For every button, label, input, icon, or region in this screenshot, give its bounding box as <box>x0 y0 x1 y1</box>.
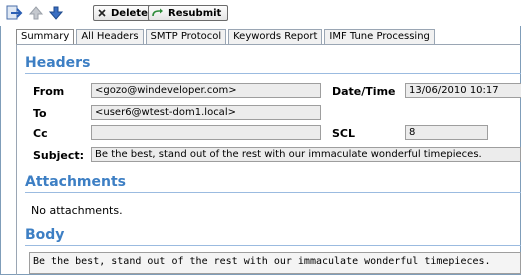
headers-heading: Headers <box>25 55 91 71</box>
from-field[interactable]: <gozo@windeveloper.com> <box>91 83 321 98</box>
delete-icon <box>98 9 106 17</box>
tab-all-headers[interactable]: All Headers <box>76 29 144 44</box>
scl-label: SCL <box>332 127 356 140</box>
resubmit-icon <box>152 8 163 17</box>
move-to-folder-icon[interactable] <box>6 5 24 21</box>
up-arrow-icon[interactable] <box>27 5 45 21</box>
scl-field[interactable]: 8 <box>405 125 488 140</box>
cc-field[interactable] <box>91 125 321 140</box>
toolbar: Delete Resubmit <box>0 0 521 26</box>
no-attachments-text: No attachments. <box>31 204 123 217</box>
tab-keywords-report[interactable]: Keywords Report <box>228 29 323 44</box>
attachments-heading: Attachments <box>25 174 127 190</box>
summary-panel: Headers From <gozo@windeveloper.com> Dat… <box>16 45 521 275</box>
datetime-field[interactable]: 13/06/2010 10:17 <box>405 83 521 98</box>
tab-strip: Summary All Headers SMTP Protocol Keywor… <box>16 29 437 45</box>
down-arrow-icon[interactable] <box>47 5 65 21</box>
headers-rule <box>25 73 521 74</box>
cc-label: Cc <box>33 127 48 140</box>
to-field[interactable]: <user6@wtest-dom1.local> <box>91 105 321 120</box>
tab-imf-tune-processing[interactable]: IMF Tune Processing <box>324 29 435 44</box>
tab-smtp-protocol[interactable]: SMTP Protocol <box>145 29 227 44</box>
body-rule <box>25 245 521 246</box>
to-label: To <box>33 107 47 120</box>
delete-button[interactable]: Delete <box>93 5 155 21</box>
from-label: From <box>33 85 65 98</box>
datetime-label: Date/Time <box>332 85 396 98</box>
subject-field[interactable]: Be the best, stand out of the rest with … <box>91 147 521 162</box>
attachments-rule <box>25 192 521 193</box>
resubmit-button-label: Resubmit <box>168 7 222 19</box>
tab-summary[interactable]: Summary <box>16 29 75 45</box>
body-heading: Body <box>25 227 65 243</box>
delete-button-label: Delete <box>111 7 148 19</box>
subject-label: Subject: <box>33 149 85 162</box>
body-text[interactable]: Be the best, stand out of the rest with … <box>29 252 521 274</box>
resubmit-button[interactable]: Resubmit <box>148 5 229 21</box>
